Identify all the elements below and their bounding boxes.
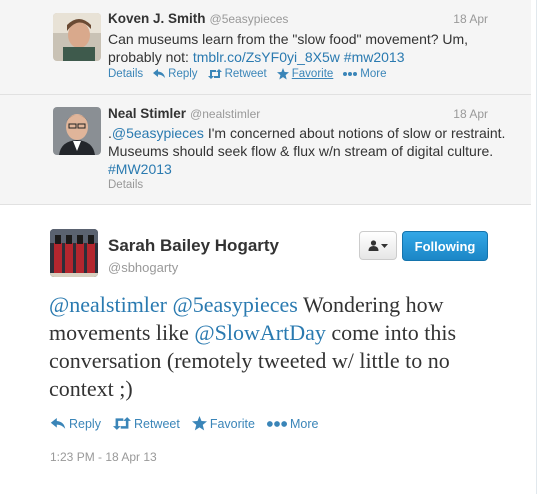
- user-actions-button[interactable]: [359, 231, 397, 260]
- favorite-button[interactable]: Favorite: [276, 68, 334, 80]
- caret-down-icon: [381, 243, 388, 248]
- reply-button[interactable]: Reply: [153, 68, 198, 80]
- favorite-button[interactable]: Favorite: [191, 416, 255, 431]
- mention-link[interactable]: @5easypieces: [112, 125, 204, 141]
- author-name[interactable]: Koven J. Smith: [108, 11, 206, 26]
- details-link[interactable]: Details: [108, 68, 143, 80]
- mention-link[interactable]: @5easypieces: [173, 292, 298, 317]
- more-button[interactable]: More: [343, 68, 387, 80]
- more-dots-icon: [343, 72, 358, 76]
- retweet-icon: [207, 69, 222, 79]
- tweet-link[interactable]: tmblr.co/ZsYF0yi_8X5w: [193, 49, 340, 65]
- tweet-text: @nealstimler @5easypieces Wondering how …: [49, 291, 509, 403]
- mention-link[interactable]: @nealstimler: [49, 292, 167, 317]
- reply-icon: [153, 69, 166, 78]
- favorite-label: Favorite: [209, 416, 255, 431]
- author-line: Koven J. Smith @5easypieces: [108, 11, 288, 26]
- retweet-button[interactable]: Retweet: [207, 68, 267, 80]
- author-handle[interactable]: @5easypieces: [210, 12, 289, 26]
- reply-label: Reply: [168, 68, 198, 80]
- tweet-timestamp[interactable]: 1:23 PM - 18 Apr 13: [50, 450, 157, 464]
- retweet-label: Retweet: [133, 416, 180, 431]
- favorite-label: Favorite: [291, 68, 334, 80]
- hashtag-link[interactable]: #MW2013: [108, 161, 172, 177]
- author-handle[interactable]: @sbhogarty: [108, 260, 178, 275]
- more-dots-icon: [266, 420, 287, 427]
- star-icon: [276, 68, 289, 80]
- details-link[interactable]: Details: [108, 179, 143, 191]
- tweet-neal[interactable]: Neal Stimler @nealstimler 18 Apr .@5easyp…: [0, 95, 531, 205]
- hashtag-link[interactable]: #mw2013: [344, 49, 405, 65]
- reply-label: Reply: [69, 416, 101, 431]
- person-icon: [368, 240, 379, 251]
- tweet-actions: Reply Retweet Favorite More: [50, 416, 318, 431]
- retweet-icon: [112, 417, 131, 430]
- reply-button[interactable]: Reply: [50, 417, 101, 431]
- tweet-koven[interactable]: Koven J. Smith @5easypieces 18 Apr Can mu…: [0, 0, 531, 95]
- avatar[interactable]: [53, 13, 101, 61]
- author-handle[interactable]: @nealstimler: [190, 107, 260, 121]
- avatar[interactable]: [50, 229, 98, 277]
- tweet-text: .@5easypieces I'm concerned about notion…: [108, 124, 508, 178]
- tweet-actions: Details Reply Retweet Favorite More: [108, 68, 387, 80]
- mention-link[interactable]: @SlowArtDay: [194, 320, 325, 345]
- author-name[interactable]: Neal Stimler: [108, 106, 186, 121]
- author-line: Neal Stimler @nealstimler: [108, 106, 260, 121]
- tweet-text: Can museums learn from the "slow food" m…: [108, 30, 508, 66]
- reply-icon: [50, 417, 66, 429]
- following-button[interactable]: Following: [402, 231, 488, 261]
- tweet-actions: Details: [108, 179, 143, 191]
- more-label: More: [289, 416, 319, 431]
- tweet-date[interactable]: 18 Apr: [453, 12, 488, 26]
- star-icon: [191, 416, 207, 431]
- retweet-button[interactable]: Retweet: [112, 416, 180, 431]
- avatar[interactable]: [53, 107, 101, 155]
- author-name[interactable]: Sarah Bailey Hogarty: [108, 236, 279, 256]
- main-tweet: Sarah Bailey Hogarty @sbhogarty Followin…: [0, 206, 531, 494]
- tweet-conversation: Koven J. Smith @5easypieces 18 Apr Can mu…: [0, 0, 537, 494]
- more-button[interactable]: More: [266, 416, 319, 431]
- more-label: More: [360, 68, 387, 80]
- tweet-date[interactable]: 18 Apr: [453, 107, 488, 121]
- retweet-label: Retweet: [224, 68, 267, 80]
